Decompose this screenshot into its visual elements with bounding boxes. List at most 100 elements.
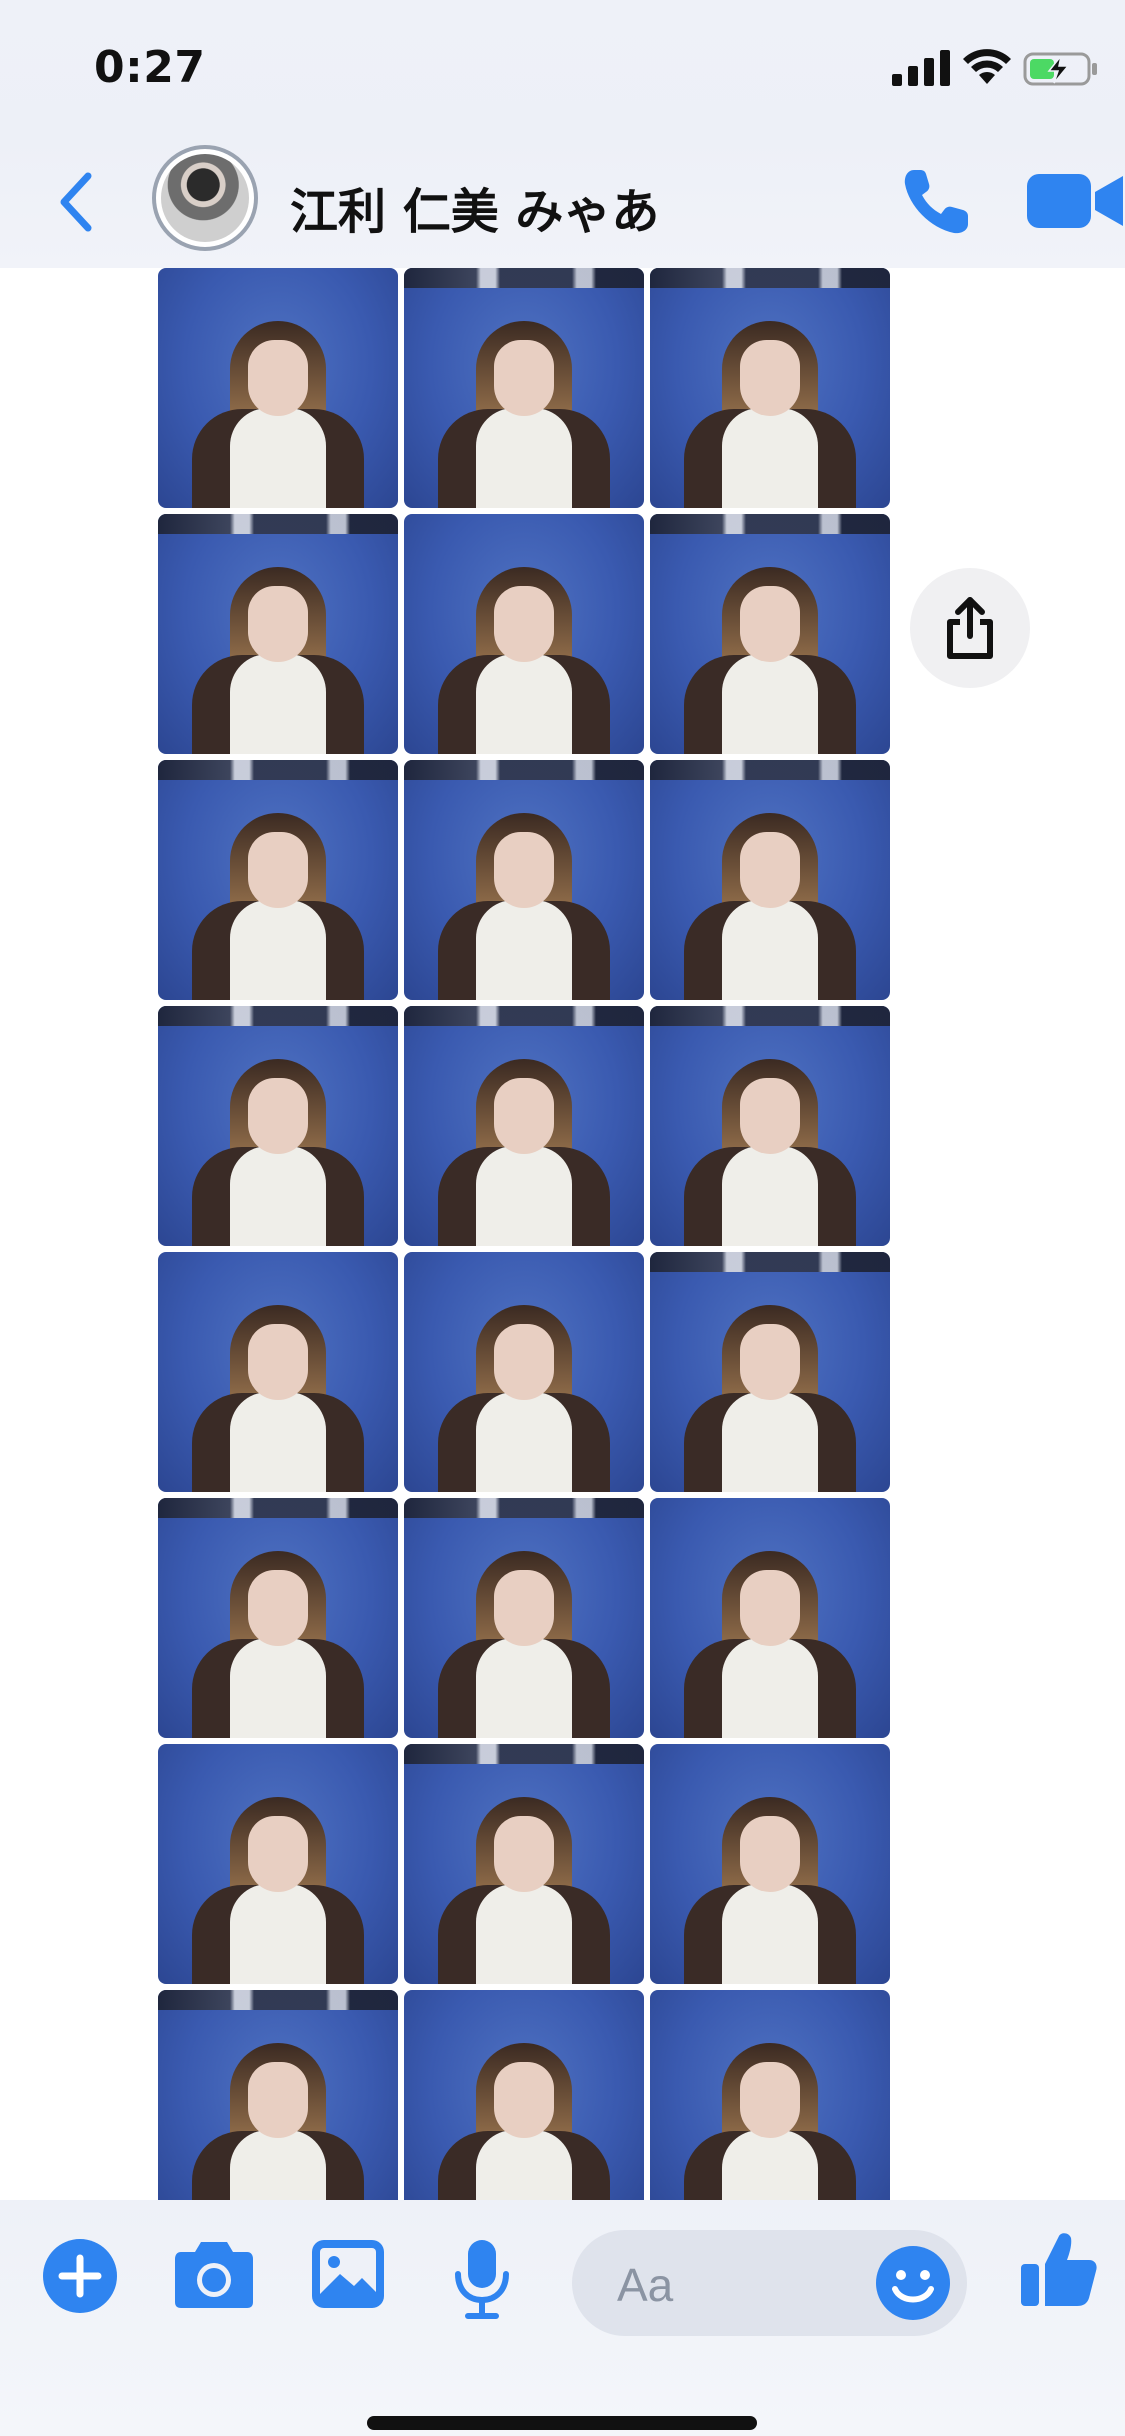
share-icon xyxy=(947,597,993,659)
emoji-icon[interactable] xyxy=(875,2245,951,2321)
person-top xyxy=(230,654,326,754)
photo-thumbnail[interactable] xyxy=(650,1498,890,1738)
person-face xyxy=(740,1570,800,1646)
person-top xyxy=(722,1884,818,1984)
photo-thumbnail[interactable] xyxy=(404,1744,644,1984)
battery-charging-icon xyxy=(1023,52,1097,86)
photo-thumbnail[interactable] xyxy=(158,514,398,754)
person-top xyxy=(476,1146,572,1246)
photo-thumbnail[interactable] xyxy=(158,1744,398,1984)
photo-thumbnail[interactable] xyxy=(650,760,890,1000)
person-face xyxy=(494,586,554,662)
photo-thumbnail[interactable] xyxy=(158,1990,398,2214)
photo-thumbnail[interactable] xyxy=(650,1006,890,1246)
person-top xyxy=(230,1146,326,1246)
video-call-bar xyxy=(650,760,890,780)
person-face xyxy=(248,586,308,662)
shared-photos-grid[interactable] xyxy=(158,268,893,2214)
video-call-bar xyxy=(404,268,644,288)
photo-thumbnail[interactable] xyxy=(404,1498,644,1738)
person-top xyxy=(230,1884,326,1984)
person-face xyxy=(494,1816,554,1892)
video-call-bar xyxy=(404,1744,644,1764)
person-top xyxy=(230,408,326,508)
video-call-bar xyxy=(650,514,890,534)
person-top xyxy=(722,1146,818,1246)
photo-thumbnail[interactable] xyxy=(650,514,890,754)
person-face xyxy=(494,1078,554,1154)
person-top xyxy=(230,1392,326,1492)
video-call-bar xyxy=(158,1990,398,2010)
person-top xyxy=(230,1638,326,1738)
person-face xyxy=(248,832,308,908)
photo-thumbnail[interactable] xyxy=(158,268,398,508)
photo-thumbnail[interactable] xyxy=(404,1252,644,1492)
person-face xyxy=(494,2062,554,2138)
person-face xyxy=(248,1570,308,1646)
home-indicator[interactable] xyxy=(367,2416,757,2430)
photo-thumbnail[interactable] xyxy=(650,1252,890,1492)
conversation-header: 江利 仁美 みゃあ xyxy=(0,140,1125,268)
status-time: 0:27 xyxy=(94,42,206,93)
cellular-signal-icon xyxy=(892,50,950,86)
video-call-bar xyxy=(650,1252,890,1272)
photo-thumbnail[interactable] xyxy=(650,268,890,508)
person-top xyxy=(476,1638,572,1738)
video-call-bar xyxy=(650,1006,890,1026)
camera-icon[interactable] xyxy=(173,2238,255,2310)
person-face xyxy=(248,2062,308,2138)
video-call-icon[interactable] xyxy=(1025,170,1125,232)
contact-name[interactable]: 江利 仁美 みゃあ xyxy=(290,172,659,242)
person-face xyxy=(494,1570,554,1646)
microphone-icon[interactable] xyxy=(452,2238,512,2320)
person-top xyxy=(476,654,572,754)
person-face xyxy=(740,1816,800,1892)
photo-thumbnail[interactable] xyxy=(650,1744,890,1984)
person-face xyxy=(248,1816,308,1892)
avatar-image xyxy=(161,154,249,242)
person-top xyxy=(230,900,326,1000)
photo-thumbnail[interactable] xyxy=(158,1498,398,1738)
photo-thumbnail[interactable] xyxy=(158,1252,398,1492)
person-face xyxy=(740,586,800,662)
person-face xyxy=(248,1078,308,1154)
person-face xyxy=(248,340,308,416)
video-call-bar xyxy=(404,1006,644,1026)
person-top xyxy=(722,654,818,754)
person-top xyxy=(722,1638,818,1738)
phone-call-icon[interactable] xyxy=(900,166,972,238)
photo-thumbnail[interactable] xyxy=(404,1006,644,1246)
person-face xyxy=(248,1324,308,1400)
photo-thumbnail[interactable] xyxy=(650,1990,890,2214)
person-top xyxy=(476,408,572,508)
person-top xyxy=(722,408,818,508)
person-face xyxy=(740,832,800,908)
share-button[interactable] xyxy=(910,568,1030,688)
person-face xyxy=(494,832,554,908)
photo-thumbnail[interactable] xyxy=(158,1006,398,1246)
person-top xyxy=(476,1392,572,1492)
message-composer: Aa xyxy=(0,2200,1125,2436)
person-face xyxy=(740,2062,800,2138)
video-call-bar xyxy=(158,760,398,780)
contact-avatar[interactable] xyxy=(152,145,258,251)
video-call-bar xyxy=(158,1498,398,1518)
photo-thumbnail[interactable] xyxy=(404,1990,644,2214)
photo-thumbnail[interactable] xyxy=(404,760,644,1000)
back-chevron-icon[interactable] xyxy=(56,170,96,234)
photo-thumbnail[interactable] xyxy=(158,760,398,1000)
person-face xyxy=(494,1324,554,1400)
thumbs-up-icon[interactable] xyxy=(1017,2228,1099,2310)
video-call-bar xyxy=(650,268,890,288)
person-face xyxy=(740,1324,800,1400)
video-call-bar xyxy=(158,1006,398,1026)
photo-thumbnail[interactable] xyxy=(404,514,644,754)
photo-thumbnail[interactable] xyxy=(404,268,644,508)
plus-icon[interactable] xyxy=(42,2238,118,2314)
person-top xyxy=(722,1392,818,1492)
person-face xyxy=(740,1078,800,1154)
video-call-bar xyxy=(404,760,644,780)
gallery-icon[interactable] xyxy=(310,2238,386,2310)
person-top xyxy=(476,1884,572,1984)
message-input-placeholder: Aa xyxy=(617,2259,674,2311)
